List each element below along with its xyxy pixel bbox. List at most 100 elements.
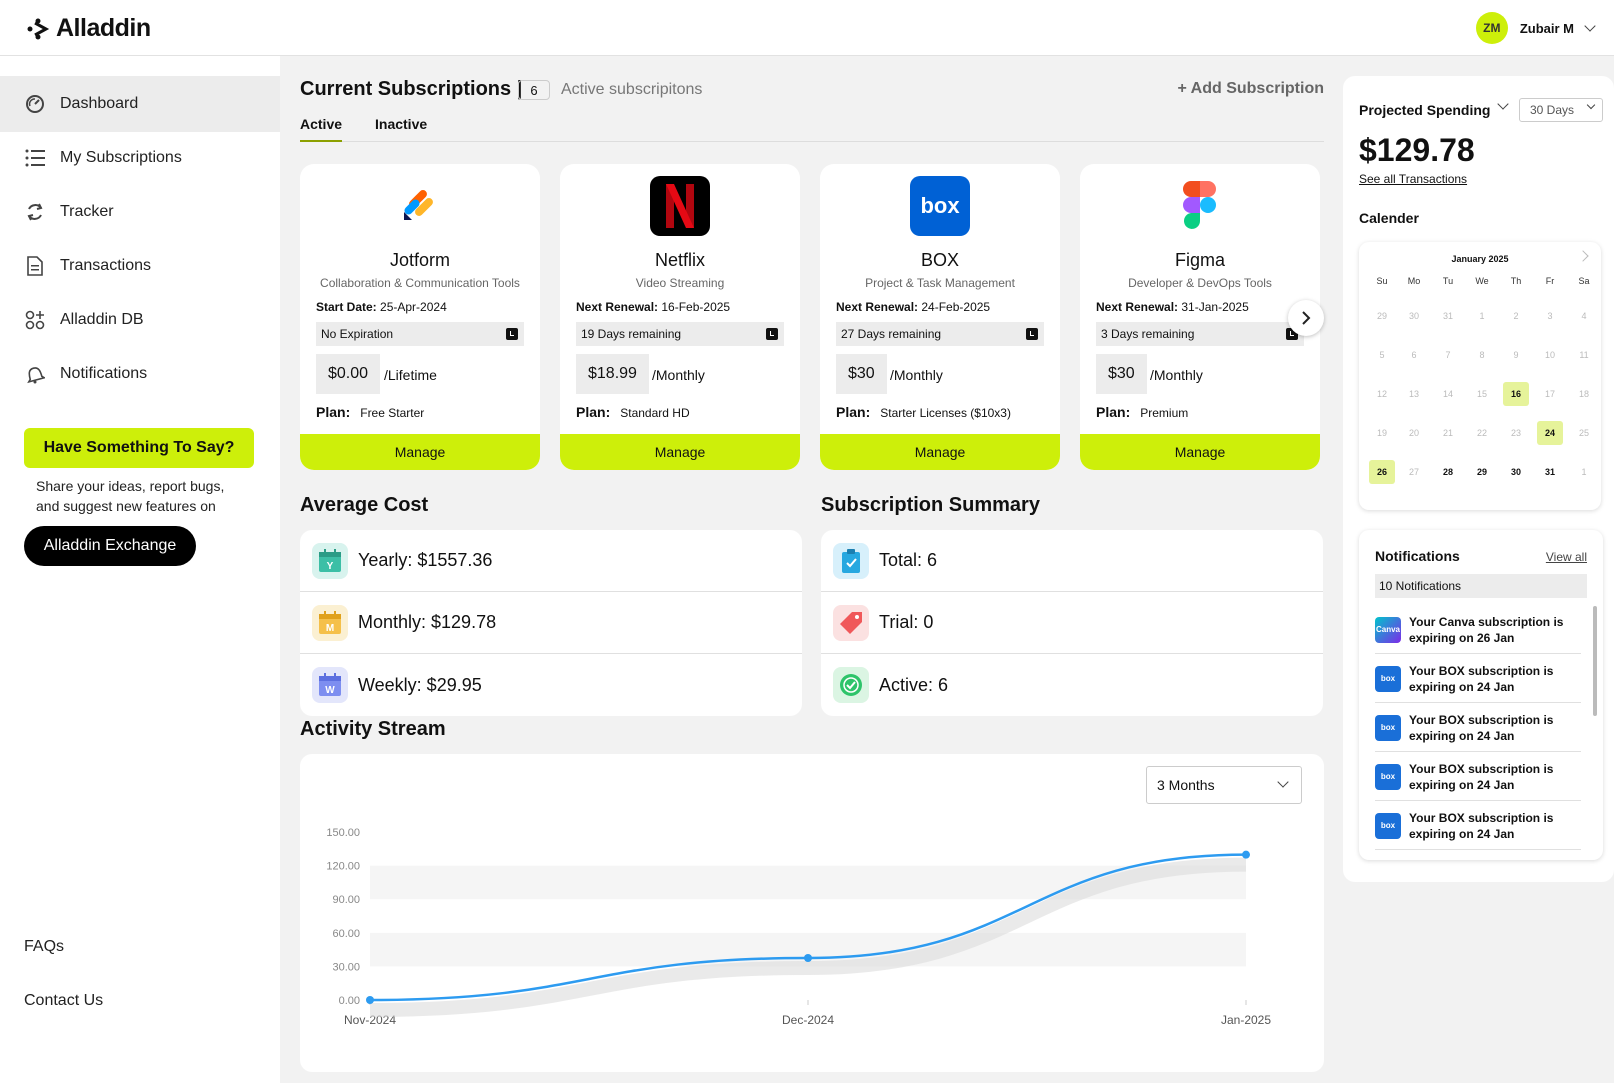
calendar-day[interactable]: 6 bbox=[1401, 343, 1427, 367]
feedback-button[interactable]: Have Something To Say? bbox=[24, 428, 254, 468]
canva-logo-icon: Canva bbox=[1375, 616, 1401, 643]
notification-text: Your BOX subscription is expiring on 24 … bbox=[1409, 712, 1554, 743]
sidebar-item-dashboard[interactable]: Dashboard bbox=[0, 76, 280, 132]
sidebar-item-transactions[interactable]: Transactions bbox=[0, 238, 280, 294]
calendar-day[interactable]: 15 bbox=[1469, 382, 1495, 406]
calendar-day[interactable]: 30 bbox=[1503, 460, 1529, 484]
card-name: Netflix bbox=[654, 250, 705, 270]
calendar-day[interactable]: 29 bbox=[1369, 304, 1395, 328]
chart-data-point[interactable] bbox=[1242, 850, 1250, 859]
sidebar-item-label: My Subscriptions bbox=[60, 149, 182, 166]
figma-logo-icon bbox=[1170, 176, 1230, 236]
notification-text: Your BOX subscription is expiring on 24 … bbox=[1409, 663, 1554, 694]
calendar-day[interactable]: 4 bbox=[1571, 304, 1597, 328]
faqs-link[interactable]: FAQs bbox=[24, 938, 64, 956]
calendar-day[interactable]: 2 bbox=[1503, 304, 1529, 328]
calendar-day[interactable]: 12 bbox=[1369, 382, 1395, 406]
box-logo-icon: box bbox=[1375, 665, 1401, 692]
svg-text:W: W bbox=[325, 685, 335, 696]
jotform-logo-icon bbox=[390, 176, 450, 236]
card-category: Project & Task Management bbox=[865, 276, 1015, 290]
alladdin-exchange-button[interactable]: Alladdin Exchange bbox=[24, 526, 196, 566]
projected-spending-title[interactable]: Projected Spending bbox=[1359, 102, 1490, 118]
logo-text: Alladdin bbox=[56, 14, 151, 42]
calendar-day[interactable]: 14 bbox=[1435, 382, 1461, 406]
subscription-card-jotform[interactable]: Jotform Collaboration & Communication To… bbox=[300, 164, 540, 470]
app-logo[interactable]: Alladdin bbox=[26, 14, 151, 43]
summary-trial: Trial: 0 bbox=[821, 592, 1323, 654]
clock-icon bbox=[506, 328, 518, 340]
tab-active[interactable]: Active bbox=[300, 116, 343, 142]
sidebar-item-my-subscriptions[interactable]: My Subscriptions bbox=[0, 130, 280, 186]
subscription-card-figma[interactable]: Figma Developer & DevOps Tools Next Rene… bbox=[1080, 164, 1320, 470]
calendar-day[interactable]: 26 bbox=[1369, 460, 1395, 484]
activity-range-select[interactable]: 3 Months bbox=[1146, 766, 1302, 804]
calendar-day[interactable]: 1 bbox=[1469, 304, 1495, 328]
projected-range-select[interactable]: 30 Days bbox=[1519, 98, 1603, 122]
calendar-day[interactable]: 23 bbox=[1503, 421, 1529, 445]
calendar-day[interactable]: 27 bbox=[1401, 460, 1427, 484]
card-date-value: 16-Feb-2025 bbox=[661, 300, 731, 314]
calendar-day[interactable]: 1 bbox=[1571, 460, 1597, 484]
svg-text:Y: Y bbox=[327, 561, 334, 572]
calendar-day[interactable]: 31 bbox=[1435, 304, 1461, 328]
chevron-down-icon[interactable] bbox=[1497, 98, 1509, 110]
calendar-day[interactable]: 8 bbox=[1469, 343, 1495, 367]
subscription-card-netflix[interactable]: Netflix Video Streaming Next Renewal: 16… bbox=[560, 164, 800, 470]
chart-y-tick-label: 90.00 bbox=[332, 894, 360, 906]
calendar-weekday: Th bbox=[1510, 276, 1522, 286]
notification-item[interactable]: box Your BOX subscription is expiring on … bbox=[1375, 802, 1581, 850]
calendar-day[interactable]: 24 bbox=[1537, 421, 1563, 445]
tab-inactive[interactable]: Inactive bbox=[375, 116, 427, 142]
calendar-day[interactable]: 16 bbox=[1503, 382, 1529, 406]
calendar-day[interactable]: 28 bbox=[1435, 460, 1461, 484]
calendar-day[interactable]: 19 bbox=[1369, 421, 1395, 445]
chevron-down-icon[interactable] bbox=[1584, 20, 1596, 32]
sidebar-item-label: Alladdin DB bbox=[60, 311, 144, 328]
chart-x-tick-label: Jan-2025 bbox=[1221, 1013, 1271, 1027]
add-subscription-button[interactable]: + Add Subscription bbox=[1177, 80, 1324, 98]
notifications-title: Notifications bbox=[1375, 548, 1460, 564]
carousel-next-button[interactable] bbox=[1288, 300, 1324, 336]
calendar-day[interactable]: 10 bbox=[1537, 343, 1563, 367]
calendar-day[interactable]: 25 bbox=[1571, 421, 1597, 445]
calendar-day[interactable]: 30 bbox=[1401, 304, 1427, 328]
calendar-day[interactable]: 7 bbox=[1435, 343, 1461, 367]
calendar-day[interactable]: 29 bbox=[1469, 460, 1495, 484]
sidebar-item-notifications[interactable]: Notifications bbox=[0, 346, 280, 402]
calendar-day[interactable]: 3 bbox=[1537, 304, 1563, 328]
calendar-day[interactable]: 11 bbox=[1571, 343, 1597, 367]
calendar-day[interactable]: 9 bbox=[1503, 343, 1529, 367]
notifications-scrollbar[interactable] bbox=[1593, 606, 1597, 716]
notification-item[interactable]: box Your BOX subscription is expiring on … bbox=[1375, 655, 1581, 703]
card-plan-value: Free Starter bbox=[360, 406, 425, 420]
user-menu[interactable]: ZM Zubair M bbox=[1475, 12, 1596, 44]
manage-button[interactable]: Manage bbox=[560, 434, 800, 470]
notification-item[interactable]: Canva Your Canva subscription is expiring… bbox=[1375, 606, 1581, 654]
calendar-day[interactable]: 22 bbox=[1469, 421, 1495, 445]
chevron-down-icon bbox=[1586, 100, 1596, 110]
sidebar-item-tracker[interactable]: Tracker bbox=[0, 184, 280, 240]
calendar-day[interactable]: 13 bbox=[1401, 382, 1427, 406]
view-all-link[interactable]: View all bbox=[1546, 550, 1587, 564]
calendar-day[interactable]: 5 bbox=[1369, 343, 1395, 367]
avatar[interactable]: ZM bbox=[1475, 12, 1508, 44]
manage-button[interactable]: Manage bbox=[820, 434, 1060, 470]
see-all-transactions-link[interactable]: See all Transactions bbox=[1359, 172, 1467, 186]
calendar-day[interactable]: 20 bbox=[1401, 421, 1427, 445]
manage-button[interactable]: Manage bbox=[1080, 434, 1320, 470]
subscription-card-box[interactable]: box BOX Project & Task Management Next R… bbox=[820, 164, 1060, 470]
calendar-day[interactable]: 31 bbox=[1537, 460, 1563, 484]
contact-us-link[interactable]: Contact Us bbox=[24, 992, 103, 1010]
user-name[interactable]: Zubair M bbox=[1520, 21, 1574, 36]
chart-data-point[interactable] bbox=[804, 954, 812, 962]
calendar-day[interactable]: 17 bbox=[1537, 382, 1563, 406]
calendar-day[interactable]: 21 bbox=[1435, 421, 1461, 445]
calendar-title: Calender bbox=[1359, 210, 1419, 226]
chart-data-point[interactable] bbox=[366, 996, 374, 1004]
notification-item[interactable]: box Your BOX subscription is expiring on … bbox=[1375, 753, 1581, 801]
calendar-day[interactable]: 18 bbox=[1571, 382, 1597, 406]
notification-item[interactable]: box Your BOX subscription is expiring on … bbox=[1375, 704, 1581, 752]
manage-button[interactable]: Manage bbox=[300, 434, 540, 470]
sidebar-item-alladdin-db[interactable]: Alladdin DB bbox=[0, 292, 280, 348]
